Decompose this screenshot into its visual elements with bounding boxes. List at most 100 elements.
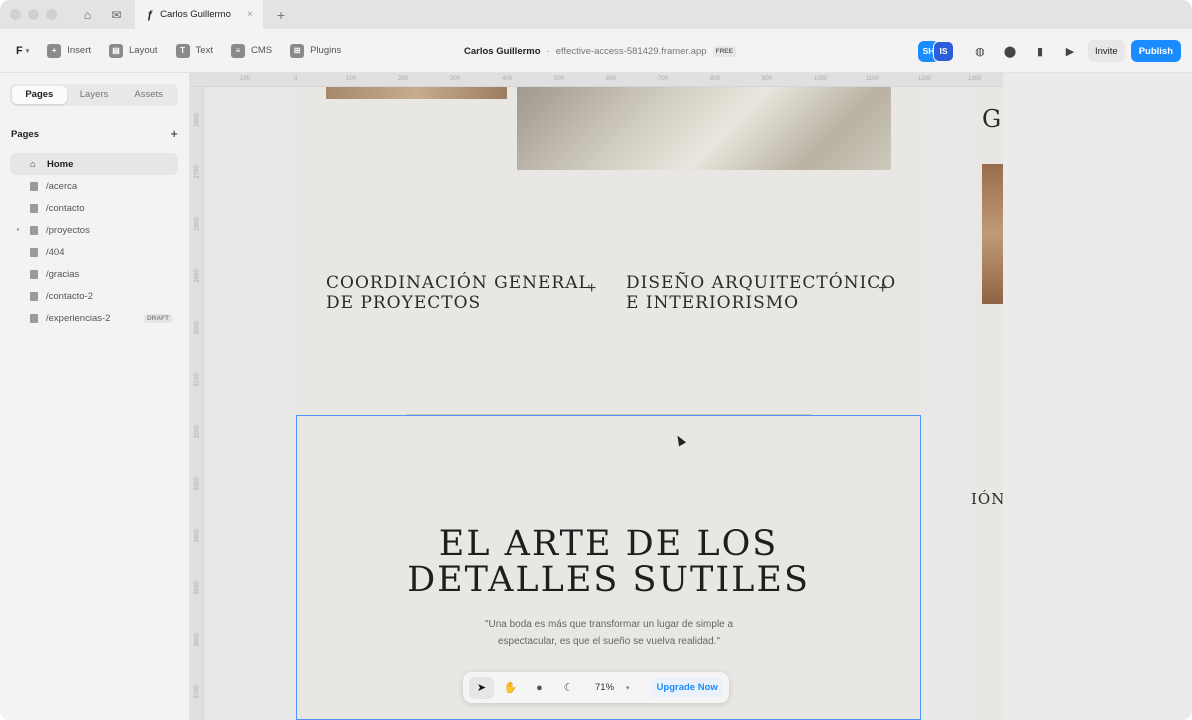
service-coordination[interactable]: COORDINACIÓN GENERAL DE PROYECTOS xyxy=(326,273,591,313)
layout-icon: ▤ xyxy=(109,43,124,58)
main-toolbar: F ▾ + Insert ▤ Layout T Text ≡ CMS ⊞ Plu… xyxy=(0,29,1192,73)
ruler-tick-label: 3200 xyxy=(194,425,201,439)
quote-text[interactable]: "Una boda es más que transformar un luga… xyxy=(484,616,734,650)
text-button[interactable]: T Text xyxy=(168,39,221,63)
right-panel-area xyxy=(1003,73,1192,720)
page-icon xyxy=(30,181,38,191)
plus-icon: + xyxy=(878,280,888,297)
service-line: DISEÑO ARQUITECTÓNICO xyxy=(626,273,897,293)
globe-icon[interactable]: ◍ xyxy=(968,39,992,63)
maximize-window-button[interactable] xyxy=(46,9,57,20)
app-window: ⌂ ✉ ƒ Carlos Guillermo × + F ▾ + Insert … xyxy=(0,0,1192,720)
project-info[interactable]: Carlos Guillermo · effective-access-5814… xyxy=(464,29,736,73)
ruler-tick-label: 3300 xyxy=(194,477,201,491)
ruler-tick-label: 1300 xyxy=(968,76,982,82)
play-icon[interactable]: ▶ xyxy=(1058,39,1082,63)
fabric-image[interactable] xyxy=(517,87,891,170)
tab-assets[interactable]: Assets xyxy=(121,86,176,104)
service-design[interactable]: DISEÑO ARQUITECTÓNICO E INTERIORISMO xyxy=(626,273,896,313)
database-icon: ≡ xyxy=(230,43,245,58)
page-label: /acerca xyxy=(46,180,78,192)
minimize-window-button[interactable] xyxy=(28,9,39,20)
avatar[interactable]: IS xyxy=(932,40,954,62)
window-controls xyxy=(10,9,57,20)
plus-icon: + xyxy=(587,280,597,297)
dark-mode-icon[interactable]: ☾ xyxy=(556,677,581,699)
page-item-proyectos[interactable]: ▸ /proyectos xyxy=(10,219,178,241)
home-icon[interactable]: ⌂ xyxy=(73,0,102,29)
publish-button[interactable]: Publish xyxy=(1130,40,1181,62)
page-item-home[interactable]: ⌂ Home xyxy=(10,153,178,175)
title-bar: ⌂ ✉ ƒ Carlos Guillermo × + xyxy=(0,0,1192,29)
ruler-tick-label: 3000 xyxy=(194,321,201,335)
plugins-label: Plugins xyxy=(310,45,342,56)
new-tab-button[interactable]: + xyxy=(269,7,293,23)
home-icon: ⌂ xyxy=(30,158,36,169)
add-page-button[interactable]: + xyxy=(170,127,178,140)
page-icon xyxy=(30,225,38,235)
ruler-tick-label: 400 xyxy=(502,76,513,82)
heading-line: DETALLES SUTILES xyxy=(407,560,810,600)
home-frame[interactable]: COORDINACIÓN GENERAL DE PROYECTOS + DISE… xyxy=(296,87,921,720)
project-tab[interactable]: ƒ Carlos Guillermo × xyxy=(135,0,263,29)
insert-button[interactable]: + Insert xyxy=(39,39,99,63)
zoom-value: 71% xyxy=(595,682,615,693)
heading-fragment: G xyxy=(982,105,1002,133)
chevron-down-icon: ▾ xyxy=(25,47,30,55)
horizontal-ruler: 100 0 100 200 300 400 500 600 700 800 900 1000 1100 1… xyxy=(190,73,1003,87)
settings-icon[interactable]: ⬤ xyxy=(998,39,1022,63)
ruler-tick-label: 3500 xyxy=(194,581,201,595)
text-icon: T xyxy=(175,43,190,58)
page-item-contacto-2[interactable]: /contacto-2 xyxy=(10,285,178,307)
page-item-404[interactable]: /404 xyxy=(10,241,178,263)
ruler-tick-label: 100 xyxy=(346,76,357,82)
select-tool-icon[interactable]: ➤ xyxy=(469,676,494,699)
ruler-tick-label: 100 xyxy=(240,76,251,82)
page-item-acerca[interactable]: /acerca xyxy=(10,175,178,197)
cms-button[interactable]: ≡ CMS xyxy=(223,39,280,63)
page-label: /experiencias-2 xyxy=(46,312,111,324)
comment-icon[interactable]: ● xyxy=(527,677,552,699)
ruler-tick-label: 3700 xyxy=(194,685,201,699)
page-icon xyxy=(30,269,38,279)
section-heading[interactable]: EL ARTE DE LOS DETALLES SUTILES xyxy=(297,526,920,598)
page-icon xyxy=(30,313,38,323)
plugins-button[interactable]: ⊞ Plugins xyxy=(282,39,349,63)
hand-tool-icon[interactable]: ✋ xyxy=(498,677,523,699)
invite-button[interactable]: Invite xyxy=(1087,40,1125,62)
service-fragment: IÓN xyxy=(971,490,1006,508)
stone-texture-image[interactable] xyxy=(326,87,507,99)
zoom-dropdown[interactable]: 71% ▾ xyxy=(589,682,636,693)
close-tab-icon[interactable]: × xyxy=(247,9,253,20)
page-item-contacto[interactable]: /contacto xyxy=(10,197,178,219)
framer-logo-icon: ƒ xyxy=(147,8,154,21)
ruler-tick-label: 500 xyxy=(554,76,565,82)
close-window-button[interactable] xyxy=(10,9,21,20)
ruler-tick-label: 2700 xyxy=(194,165,201,179)
upgrade-now-button[interactable]: Upgrade Now xyxy=(651,678,723,697)
ruler-tick-label: 2800 xyxy=(194,217,201,231)
ruler-tick-label: 1000 xyxy=(814,76,828,82)
ruler-tick-label: 2600 xyxy=(194,113,201,127)
text-label: Text xyxy=(195,45,213,56)
chevron-down-icon: ▾ xyxy=(626,684,630,692)
ruler-tick-label: 3100 xyxy=(194,373,201,387)
ruler-tick-label: 1200 xyxy=(918,76,932,82)
ruler-tick-label: 0 xyxy=(294,76,298,82)
layout-button[interactable]: ▤ Layout xyxy=(101,39,166,63)
tab-pages[interactable]: Pages xyxy=(12,86,67,104)
tab-title: Carlos Guillermo xyxy=(160,9,231,20)
page-label: /proyectos xyxy=(46,224,90,236)
section-title: Pages xyxy=(11,129,39,140)
analytics-icon[interactable]: ▮ xyxy=(1028,39,1052,63)
tab-layers[interactable]: Layers xyxy=(67,86,122,104)
page-icon xyxy=(30,291,38,301)
expand-arrow-icon[interactable]: ▸ xyxy=(17,226,20,233)
framer-menu-button[interactable]: F ▾ xyxy=(12,39,37,63)
inbox-icon[interactable]: ✉ xyxy=(102,0,131,29)
vertical-ruler: 2600 2700 2800 2900 3000 3100 3200 3300 3400 3500… xyxy=(190,87,204,720)
page-item-gracias[interactable]: /gracias xyxy=(10,263,178,285)
breakpoint-frame-preview[interactable]: G IÓN xyxy=(971,87,1006,720)
page-item-experiencias-2[interactable]: /experiencias-2 DRAFT xyxy=(10,307,178,329)
project-name: Carlos Guillermo xyxy=(464,45,541,57)
